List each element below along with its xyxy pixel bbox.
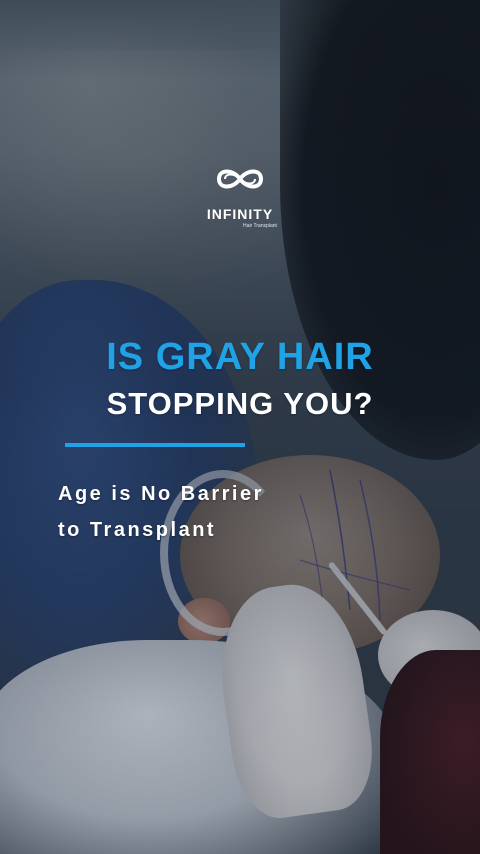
- subheadline-line-1: Age is No Barrier: [58, 483, 264, 505]
- brand-logo: INFINITY Hair Transplant: [0, 160, 480, 229]
- subheadline-line-2: to Transplant: [58, 519, 217, 541]
- headline: IS GRAY HAIR STOPPING YOU?: [0, 335, 480, 425]
- brand-tagline: Hair Transplant: [243, 223, 277, 229]
- headline-line-2: STOPPING YOU?: [106, 386, 374, 421]
- headline-line-1: IS GRAY HAIR: [106, 336, 374, 378]
- background-photo: [0, 0, 480, 854]
- brand-name: INFINITY: [206, 206, 274, 222]
- subheadline: Age is No Barrier to Transplant: [58, 476, 264, 548]
- story-card: INFINITY Hair Transplant IS GRAY HAIR ST…: [0, 0, 480, 854]
- photo-overlay: [0, 0, 480, 854]
- infinity-logo-icon: [216, 169, 264, 189]
- accent-divider: [65, 443, 245, 447]
